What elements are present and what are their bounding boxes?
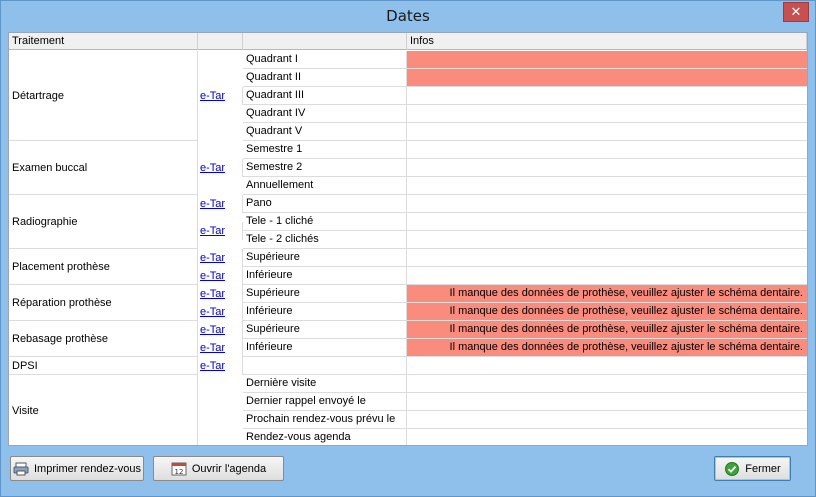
- etar-cell: e-Tar: [198, 87, 243, 105]
- close-button[interactable]: Fermer: [714, 456, 791, 481]
- info-cell: [407, 177, 807, 195]
- treatment-label: Radiographie: [9, 195, 198, 249]
- item-label: Dernier rappel envoyé le: [243, 393, 407, 411]
- etar-link[interactable]: e-Tar: [200, 306, 225, 318]
- treatment-label: Détartrage: [9, 51, 198, 141]
- info-cell: [407, 393, 807, 411]
- etar-link[interactable]: e-Tar: [200, 198, 225, 210]
- treatment-label: Visite: [9, 375, 198, 445]
- window-title: Dates: [386, 7, 430, 25]
- item-label: Supérieure: [243, 285, 407, 303]
- etar-cell: e-Tar: [198, 357, 243, 375]
- etar-cell: e-Tar: [198, 285, 243, 303]
- info-cell: [407, 357, 807, 375]
- etar-link[interactable]: e-Tar: [200, 360, 225, 372]
- column-header-item[interactable]: [243, 33, 407, 50]
- info-cell: [407, 267, 807, 285]
- info-cell: [407, 375, 807, 393]
- info-warning-cell: Il manque des données de prothèse, veuil…: [407, 303, 807, 321]
- dialog-footer: Imprimer rendez-vous 12 Ouvrir l'agenda …: [1, 447, 815, 496]
- dates-grid-panel: Traitement Infos Détartrage e-Tar Quadrant…: [8, 32, 808, 446]
- item-label: Quadrant II: [243, 69, 407, 87]
- info-cell: [407, 87, 807, 105]
- checkmark-icon: [725, 461, 740, 476]
- item-label: Supérieure: [243, 249, 407, 267]
- item-label: Rendez-vous agenda: [243, 429, 407, 445]
- print-appointments-label: Imprimer rendez-vous: [34, 462, 141, 475]
- dates-window: Dates ✕ Traitement Infos Détartrage e-Tar…: [0, 0, 816, 497]
- item-label: Inférieure: [243, 267, 407, 285]
- info-cell: [407, 195, 807, 213]
- svg-text:12: 12: [174, 468, 183, 476]
- treatment-label: DPSI: [9, 357, 198, 375]
- item-label: Quadrant III: [243, 87, 407, 105]
- treatment-label: Réparation prothèse: [9, 285, 198, 321]
- info-cell: [407, 105, 807, 123]
- etar-link[interactable]: e-Tar: [200, 225, 225, 237]
- close-label: Fermer: [745, 462, 781, 475]
- item-label: Pano: [243, 195, 407, 213]
- item-label: Dernière visite: [243, 375, 407, 393]
- open-agenda-label: Ouvrir l'agenda: [191, 462, 267, 475]
- etar-link[interactable]: e-Tar: [200, 288, 225, 300]
- etar-link[interactable]: e-Tar: [200, 324, 225, 336]
- item-label: Inférieure: [243, 303, 407, 321]
- item-label: Prochain rendez-vous prévu le: [243, 411, 407, 429]
- item-label: Tele - 2 clichés: [243, 231, 407, 249]
- open-agenda-button[interactable]: 12 Ouvrir l'agenda: [153, 456, 284, 481]
- item-label: Quadrant IV: [243, 105, 407, 123]
- etar-cell: e-Tar: [198, 222, 243, 240]
- item-label: Inférieure: [243, 339, 407, 357]
- column-header-treatment[interactable]: Traitement: [9, 33, 198, 50]
- window-close-button[interactable]: ✕: [783, 2, 809, 22]
- info-cell: [407, 159, 807, 177]
- etar-cell: e-Tar: [198, 159, 243, 177]
- info-cell: [407, 141, 807, 159]
- column-header-infos[interactable]: Infos: [407, 33, 807, 50]
- etar-link[interactable]: e-Tar: [200, 162, 225, 174]
- item-label: Annuellement: [243, 177, 407, 195]
- etar-link[interactable]: e-Tar: [200, 252, 225, 264]
- etar-cell: e-Tar: [198, 321, 243, 339]
- info-cell: [407, 231, 807, 249]
- item-label: Supérieure: [243, 321, 407, 339]
- info-cell: [407, 429, 807, 445]
- info-cell: [407, 411, 807, 429]
- etar-cell: e-Tar: [198, 249, 243, 267]
- etar-cell: e-Tar: [198, 303, 243, 321]
- column-header-link[interactable]: [198, 33, 243, 50]
- info-cell: [407, 213, 807, 231]
- title-bar: Dates ✕: [1, 1, 815, 32]
- etar-link[interactable]: e-Tar: [200, 90, 225, 102]
- info-warning-cell: Il manque des données de prothèse, veuil…: [407, 321, 807, 339]
- treatment-label: Examen buccal: [9, 141, 198, 195]
- info-warning-cell: Il manque des données de prothèse, veuil…: [407, 339, 807, 357]
- printer-icon: [13, 462, 29, 475]
- treatment-label: Placement prothèse: [9, 249, 198, 285]
- item-label: Quadrant V: [243, 123, 407, 141]
- etar-cell: e-Tar: [198, 267, 243, 285]
- info-warning-cell: [407, 51, 807, 69]
- item-label: Semestre 2: [243, 159, 407, 177]
- info-cell: [407, 123, 807, 141]
- item-label: Quadrant I: [243, 51, 407, 69]
- calendar-icon: 12: [171, 462, 187, 476]
- etar-cell: e-Tar: [198, 195, 243, 213]
- info-warning-cell: Il manque des données de prothèse, veuil…: [407, 285, 807, 303]
- item-label: [243, 357, 407, 375]
- print-appointments-button[interactable]: Imprimer rendez-vous: [10, 456, 144, 481]
- item-label: Tele - 1 cliché: [243, 213, 407, 231]
- info-warning-cell: [407, 69, 807, 87]
- info-cell: [407, 249, 807, 267]
- item-label: Semestre 1: [243, 141, 407, 159]
- etar-cell: e-Tar: [198, 339, 243, 357]
- treatment-label: Rebasage prothèse: [9, 321, 198, 357]
- etar-link[interactable]: e-Tar: [200, 270, 225, 282]
- etar-link[interactable]: e-Tar: [200, 342, 225, 354]
